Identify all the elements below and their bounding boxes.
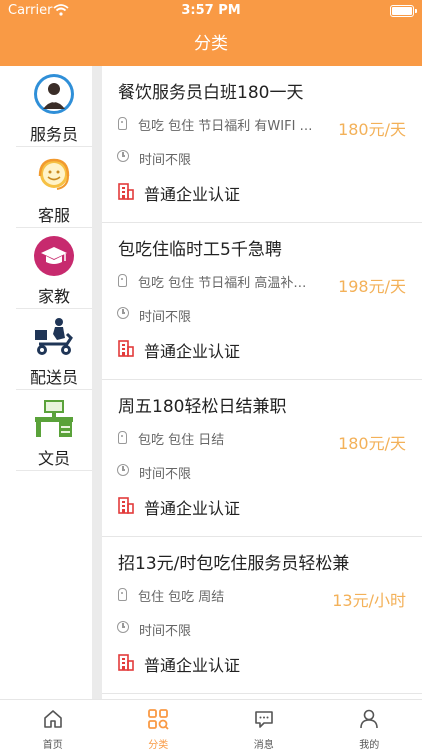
job-title: 周五180轻松日结兼职 xyxy=(118,397,287,417)
job-tags: 包吃 包住 节日福利 有WIFI 有wifi xyxy=(138,119,316,134)
job-tags: 包住 包吃 周结 xyxy=(138,590,225,605)
clock-icon xyxy=(117,621,129,633)
tag-icon xyxy=(118,588,127,601)
job-cert: 普通企业认证 xyxy=(144,656,241,675)
job-card[interactable]: 周五180轻松日结兼职 包吃 包住 日结 180元/天 时间不限 普通企业认证 xyxy=(102,380,422,537)
tab-label: 分类 xyxy=(148,740,169,750)
category-item-tutor[interactable]: 家教 xyxy=(16,228,92,309)
job-tags: 包吃 包住 日结 xyxy=(138,433,225,448)
status-time: 3:57 PM xyxy=(181,3,241,18)
job-salary: 180元/天 xyxy=(338,434,406,453)
graduation-cap-icon xyxy=(34,236,74,276)
category-label: 客服 xyxy=(37,206,70,225)
category-label: 配送员 xyxy=(29,368,78,387)
job-cert: 普通企业认证 xyxy=(144,185,241,204)
job-time: 时间不限 xyxy=(139,153,192,168)
tab-category[interactable]: 分类 xyxy=(106,700,212,750)
job-tags: 包吃 包住 节日福利 高温补贴 交通补贴 xyxy=(138,276,316,291)
status-bar: Carrier 3:57 PM xyxy=(0,0,422,22)
job-card[interactable]: 餐饮服务员白班180一天 包吃 包住 节日福利 有WIFI 有wifi 180元… xyxy=(102,66,422,223)
job-salary: 13元/小时 xyxy=(332,591,406,610)
category-item-customer-service[interactable]: 客服 xyxy=(16,147,92,228)
customer-service-icon xyxy=(38,158,70,190)
page-title: 分类 xyxy=(194,34,228,54)
tab-home[interactable]: 首页 xyxy=(0,700,106,750)
category-label: 服务员 xyxy=(29,125,78,144)
tab-bar: 首页 分类 消息 我的 xyxy=(0,699,422,750)
clock-icon xyxy=(117,150,129,162)
job-time: 时间不限 xyxy=(139,467,192,482)
tab-label: 消息 xyxy=(253,740,274,750)
job-cert: 普通企业认证 xyxy=(144,342,241,361)
job-time: 时间不限 xyxy=(139,310,192,325)
job-salary: 198元/天 xyxy=(338,277,406,296)
tab-label: 首页 xyxy=(42,740,63,750)
job-time: 时间不限 xyxy=(139,624,192,639)
category-label: 家教 xyxy=(37,287,70,306)
tab-profile[interactable]: 我的 xyxy=(317,700,422,750)
home-icon xyxy=(43,710,62,728)
job-title: 餐饮服务员白班180一天 xyxy=(118,83,304,103)
tag-icon xyxy=(118,431,127,444)
category-item-clerk[interactable]: 文员 xyxy=(16,390,92,471)
job-title: 包吃住临时工5千急聘 xyxy=(118,240,282,260)
sidebar-divider xyxy=(92,66,102,699)
category-sidebar: 服务员 客服 家教 配送员 文员 xyxy=(0,66,92,699)
tag-icon xyxy=(118,117,127,130)
clock-icon xyxy=(117,307,129,319)
category-grid-icon xyxy=(148,709,169,730)
building-icon xyxy=(118,497,134,514)
category-label: 文员 xyxy=(37,449,70,468)
message-icon xyxy=(254,711,273,728)
job-title: 招13元/时包吃住服务员轻松兼 xyxy=(118,554,350,574)
tab-messages[interactable]: 消息 xyxy=(211,700,317,750)
battery-icon xyxy=(390,5,417,17)
tag-icon xyxy=(118,274,127,287)
building-icon xyxy=(118,340,134,357)
job-salary: 180元/天 xyxy=(338,120,406,139)
clock-icon xyxy=(117,464,129,476)
profile-icon xyxy=(360,709,379,729)
office-desk-icon xyxy=(35,400,73,437)
waiter-icon xyxy=(34,74,74,114)
nav-bar: 分类 xyxy=(0,22,422,66)
job-cert: 普通企业认证 xyxy=(144,499,241,518)
job-card[interactable]: 招13元/时包吃住服务员轻松兼 包住 包吃 周结 13元/小时 时间不限 普通企… xyxy=(102,537,422,694)
tab-label: 我的 xyxy=(359,740,380,750)
building-icon xyxy=(118,183,134,200)
job-list: 餐饮服务员白班180一天 包吃 包住 节日福利 有WIFI 有wifi 180元… xyxy=(102,66,422,699)
delivery-scooter-icon xyxy=(35,318,73,355)
job-card[interactable]: 包吃住临时工5千急聘 包吃 包住 节日福利 高温补贴 交通补贴 198元/天 时… xyxy=(102,223,422,380)
category-item-waiter[interactable]: 服务员 xyxy=(16,66,92,147)
category-item-delivery[interactable]: 配送员 xyxy=(16,309,92,390)
building-icon xyxy=(118,654,134,671)
